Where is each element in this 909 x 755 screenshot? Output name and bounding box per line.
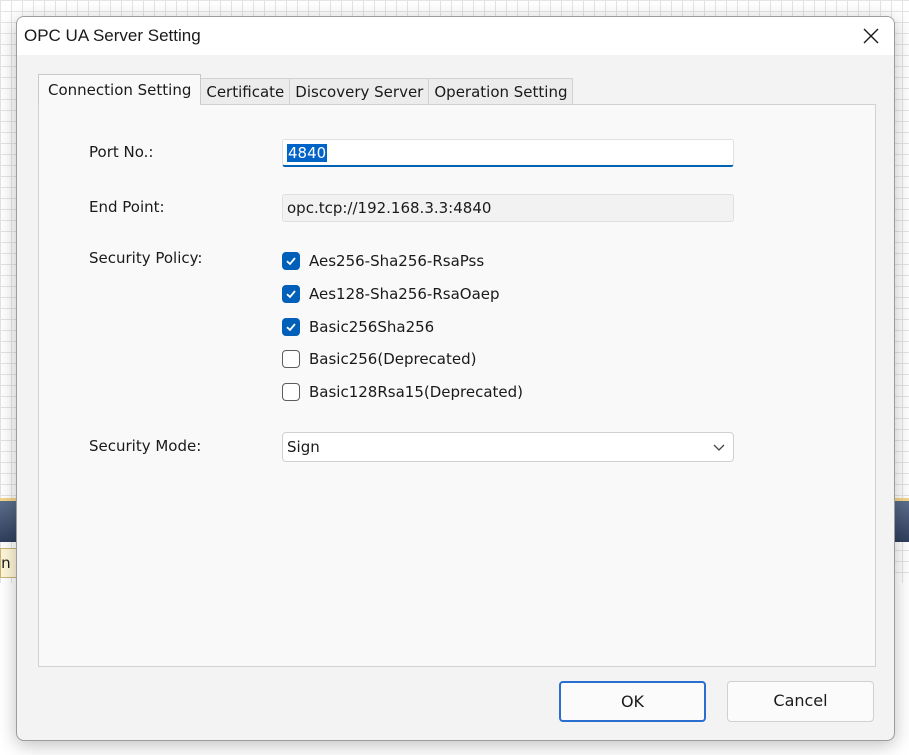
- policy-label: Basic256Sha256: [309, 318, 435, 336]
- chevron-down-icon: [713, 444, 725, 451]
- checkmark-icon: [286, 323, 296, 332]
- tab-discovery-server[interactable]: Discovery Server: [289, 78, 430, 105]
- endpoint-label: End Point:: [89, 198, 165, 216]
- checkmark-icon: [286, 257, 296, 266]
- security-mode-select[interactable]: Sign: [282, 432, 734, 462]
- checkbox[interactable]: [282, 285, 300, 303]
- close-icon: [863, 28, 879, 44]
- policy-basic256sha256[interactable]: Basic256Sha256: [282, 316, 434, 338]
- security-policy-label: Security Policy:: [89, 249, 203, 267]
- tab-strip: Connection Setting Certificate Discovery…: [38, 74, 574, 105]
- checkbox[interactable]: [282, 252, 300, 270]
- titlebar: OPC UA Server Setting: [17, 17, 894, 55]
- policy-label: Aes128-Sha256-RsaOaep: [309, 285, 500, 303]
- policy-label: Aes256-Sha256-RsaPss: [309, 252, 485, 270]
- connection-setting-panel: Port No.: 4840 End Point: opc.tcp://192.…: [38, 104, 876, 667]
- port-input[interactable]: 4840: [282, 139, 734, 167]
- tab-connection-setting[interactable]: Connection Setting: [38, 74, 202, 105]
- policy-basic256-deprecated[interactable]: Basic256(Deprecated): [282, 348, 476, 370]
- tab-certificate[interactable]: Certificate: [200, 78, 291, 105]
- close-button[interactable]: [848, 17, 894, 55]
- security-mode-value: Sign: [287, 438, 320, 456]
- endpoint-field: opc.tcp://192.168.3.3:4840: [282, 194, 734, 222]
- cancel-button[interactable]: Cancel: [727, 681, 874, 722]
- ok-button[interactable]: OK: [559, 681, 706, 722]
- dialog-title: OPC UA Server Setting: [24, 26, 201, 45]
- security-mode-label: Security Mode:: [89, 437, 202, 455]
- policy-label: Basic128Rsa15(Deprecated): [309, 383, 523, 401]
- checkbox[interactable]: [282, 318, 300, 336]
- checkbox[interactable]: [282, 383, 300, 401]
- checkbox[interactable]: [282, 350, 300, 368]
- opc-ua-server-setting-dialog: OPC UA Server Setting Connection Setting…: [16, 16, 895, 741]
- policy-basic128rsa15-deprecated[interactable]: Basic128Rsa15(Deprecated): [282, 381, 523, 403]
- checkmark-icon: [286, 290, 296, 299]
- port-label: Port No.:: [89, 143, 154, 161]
- tab-operation-setting[interactable]: Operation Setting: [428, 78, 574, 105]
- policy-aes128-sha256-rsaoaep[interactable]: Aes128-Sha256-RsaOaep: [282, 283, 500, 305]
- policy-aes256-sha256-rsapss[interactable]: Aes256-Sha256-RsaPss: [282, 250, 484, 272]
- policy-label: Basic256(Deprecated): [309, 350, 477, 368]
- port-value: 4840: [287, 144, 328, 162]
